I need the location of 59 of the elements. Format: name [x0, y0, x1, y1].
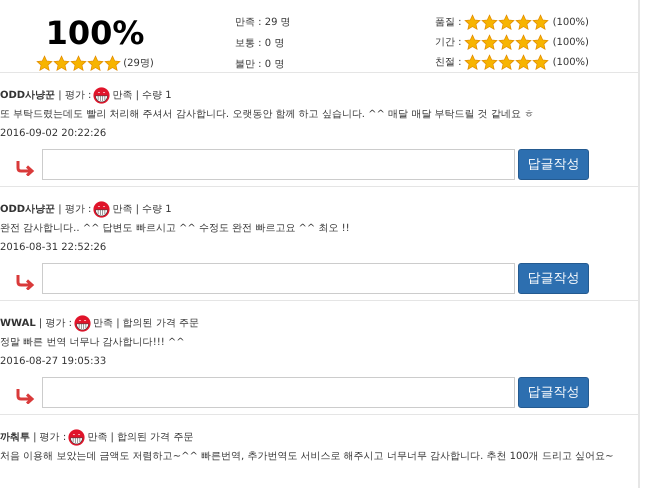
grinning-face-icon: [74, 315, 92, 332]
rating-count: 불만 : 0 명: [235, 58, 286, 72]
star-icon: [498, 14, 515, 31]
category-label: 기간 :: [435, 36, 462, 50]
star-icon: [532, 54, 549, 71]
star-icon: [514, 34, 532, 51]
reply-button[interactable]: 답글작성: [518, 149, 589, 180]
review-date: 2016-08-31 22:52:26: [0, 241, 108, 255]
review-comment: 처음 이용해 보았는데 금액도 저렴하고~^^ 빠른번역, 추가번역도 서비스로 해주시고 너무너무 감사합니다. 추천 100개 드리고 싶어요~: [0, 450, 614, 464]
category-percent: (100%): [552, 56, 589, 70]
reply-button[interactable]: 답글작성: [518, 377, 589, 408]
star-icon: [498, 34, 515, 51]
star-icon: [87, 55, 104, 72]
reply-input[interactable]: [42, 149, 515, 180]
review-date: 2016-08-27 19:05:33: [0, 355, 108, 369]
satisfaction-percent: 100%: [46, 14, 144, 52]
star-icon: [104, 55, 122, 72]
reply-arrow-icon: [15, 274, 37, 290]
category-label: 친절 :: [435, 56, 462, 70]
star-icon: [480, 14, 498, 31]
review-rating: 만족 | 합의된 가격 주문: [87, 431, 194, 445]
star-icon: [498, 54, 515, 71]
review-comment: 정말 빠른 번역 너무나 감사합니다!!! ^^: [0, 336, 186, 350]
reply-arrow-icon: [15, 388, 37, 404]
reply-input[interactable]: [42, 263, 515, 294]
grinning-face-icon: [68, 429, 86, 446]
category-label: 품질 :: [435, 16, 462, 30]
grinning-face-icon: [93, 201, 110, 218]
review-author: ODD사냥꾼 | 평가 :: [0, 89, 92, 103]
rating-count: 보통 : 0 명: [235, 37, 286, 51]
star-icon: [514, 54, 532, 71]
grinning-face-icon: [93, 87, 110, 104]
review-comment: 완전 감사합니다.. ^^ 답변도 빠르시고 ^^ 수정도 완전 빠르고요 ^^ 최오 !!: [0, 222, 351, 236]
star-icon: [464, 54, 481, 71]
reply-button[interactable]: 답글작성: [518, 263, 589, 294]
rating-count: 만족 : 29 명: [235, 16, 292, 30]
review-author: 까춰투 | 평가 :: [0, 431, 66, 445]
review-author: ODD사냥꾼 | 평가 :: [0, 203, 92, 217]
review-rating: 만족 | 수량 1: [112, 203, 172, 217]
star-icon: [480, 34, 498, 51]
review-author: WWAL | 평가 :: [0, 317, 72, 331]
review-date: 2016-09-02 20:22:26: [0, 127, 108, 141]
star-icon: [532, 14, 549, 31]
review-count: (29명): [123, 57, 154, 71]
category-percent: (100%): [552, 36, 589, 50]
reply-arrow-icon: [15, 160, 37, 176]
star-icon: [36, 55, 54, 72]
star-icon: [70, 55, 88, 72]
star-icon: [514, 14, 532, 31]
review-rating: 만족 | 수량 1: [112, 89, 172, 103]
review-rating: 만족 | 합의된 가격 주문: [93, 317, 200, 331]
star-icon: [532, 34, 549, 51]
category-percent: (100%): [552, 16, 589, 30]
star-icon: [53, 55, 70, 72]
review-comment: 또 부탁드렸는데도 빨리 처리해 주셔서 감사합니다. 오랫동안 함께 하고 싶습니다. ^^ 매달 매달 부탁드릴 것 같네요 ㅎ: [0, 108, 535, 122]
star-icon: [464, 34, 481, 51]
star-icon: [480, 54, 498, 71]
reply-input[interactable]: [42, 377, 515, 408]
star-icon: [464, 14, 481, 31]
